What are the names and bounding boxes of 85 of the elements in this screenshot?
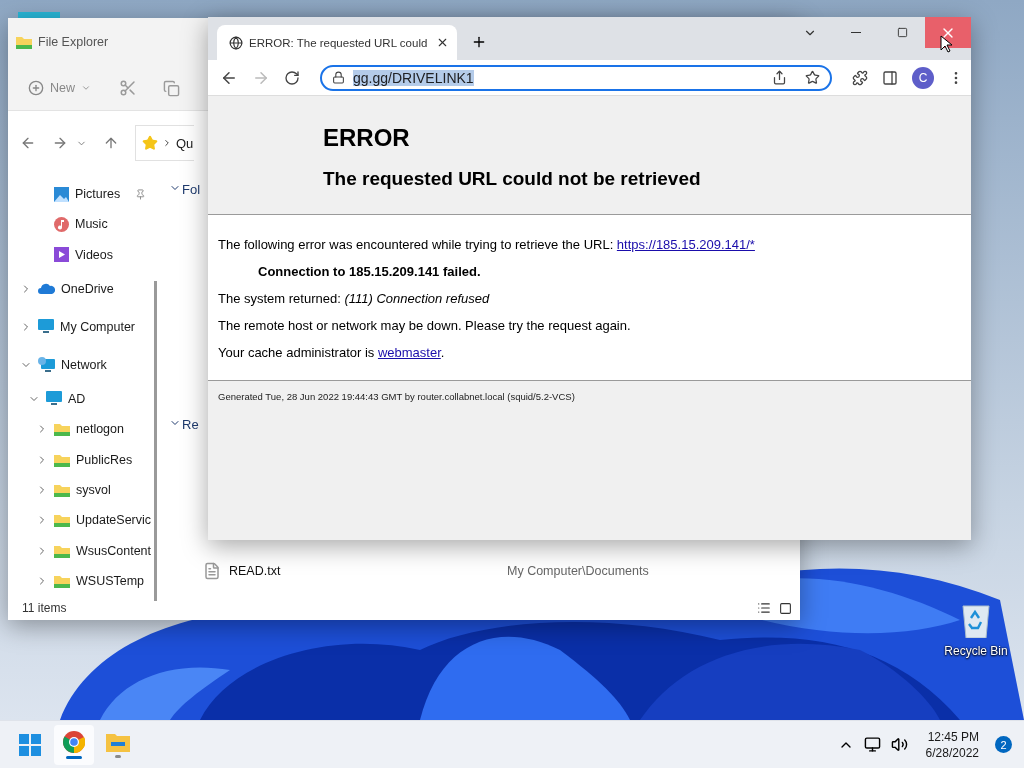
cloud-icon	[38, 283, 55, 295]
address-bar[interactable]: Qu	[135, 125, 194, 161]
desktop-icon-label[interactable]: Recycle Bin	[944, 644, 1008, 658]
windows-logo-icon	[19, 733, 41, 756]
video-icon	[54, 247, 69, 263]
pictures-icon	[54, 186, 69, 202]
breadcrumb-item[interactable]: Qu	[176, 135, 194, 151]
volume-icon[interactable]	[890, 736, 908, 753]
extensions-icon[interactable]	[852, 69, 868, 86]
scrollbar[interactable]	[154, 281, 157, 601]
bookmark-icon[interactable]	[805, 70, 820, 85]
close-tab-icon[interactable]	[436, 36, 449, 49]
folder-icon	[54, 452, 70, 467]
sidebar-item[interactable]: WsusContent	[76, 543, 152, 558]
mouse-cursor-icon	[940, 35, 952, 53]
cut-icon[interactable]	[119, 79, 137, 97]
taskbar-app[interactable]	[54, 724, 94, 765]
monitor-icon	[38, 319, 54, 335]
sidebar-item[interactable]: UpdateServic	[76, 513, 152, 528]
caret-icon	[81, 83, 91, 93]
window-title: File Explorer	[38, 35, 109, 49]
file-location: My Computer\Documents	[507, 564, 649, 578]
network-icon	[38, 357, 55, 373]
sidebar-item[interactable]: sysvol	[76, 482, 111, 497]
folder-icon	[16, 35, 32, 49]
lock-icon	[332, 71, 345, 84]
date-text: 6/28/2022	[925, 744, 979, 761]
forward-icon[interactable]	[52, 135, 68, 151]
folder-icon	[54, 573, 70, 588]
plus-circle-icon	[28, 80, 44, 96]
error-title: ERROR	[323, 124, 411, 152]
browser-logo-icon	[63, 730, 85, 753]
details-view-icon[interactable]	[757, 601, 771, 615]
sidebar-item[interactable]: Videos	[75, 247, 113, 262]
back-icon[interactable]	[20, 135, 36, 151]
copy-icon[interactable]	[163, 79, 180, 97]
sidebar-item[interactable]: AD	[68, 391, 86, 406]
address-field[interactable]: gg.gg/DRIVELINK1	[320, 64, 832, 91]
tiles-view-icon[interactable]	[779, 601, 792, 615]
globe-icon	[229, 35, 243, 50]
sidebar-item[interactable]: Network	[61, 357, 107, 372]
folder-icon	[54, 422, 70, 437]
new-tab-icon[interactable]	[471, 34, 487, 50]
folder-icon	[54, 482, 70, 497]
maximize-icon	[896, 27, 908, 38]
folder-icon	[106, 731, 130, 752]
minimize-icon	[851, 32, 861, 33]
side-panel-icon[interactable]	[882, 69, 898, 86]
error-paragraph: The remote host or network may be down. Please try the request again.	[218, 318, 632, 333]
folder-icon	[54, 543, 70, 558]
footer-text: Generated Tue, 28 Jun 2022 19:44:43 GMT by router.collabnet.local (squid/5.2-VCS)	[218, 391, 575, 402]
close-button[interactable]	[925, 17, 971, 48]
monitor-icon	[46, 391, 62, 407]
section-heading[interactable]: Re	[182, 416, 199, 432]
sidebar-item[interactable]: My Computer	[60, 319, 136, 334]
profile-avatar[interactable]: C	[912, 66, 934, 89]
section-heading[interactable]: Fol	[182, 181, 201, 197]
error-paragraph: The following error was encountered while trying to retrieve the URL: https://185.15.209.141/*	[218, 237, 756, 252]
error-paragraph: Your cache administrator is webmaster.	[218, 345, 446, 360]
link[interactable]: webmaster	[377, 345, 441, 360]
network-icon[interactable]	[863, 736, 881, 753]
up-icon[interactable]	[103, 135, 119, 151]
browser-tab[interactable]: ERROR: The requested URL could	[217, 25, 457, 60]
error-detail: Connection to 185.15.209.141 failed.	[258, 264, 482, 279]
time-text: 12:45 PM	[927, 728, 979, 745]
sidebar-item[interactable]: OneDrive	[61, 281, 114, 296]
folder-icon	[54, 513, 70, 528]
sidebar-item[interactable]: PublicRes	[76, 452, 133, 467]
chevron-icon	[162, 138, 172, 148]
sidebar-item[interactable]: Pictures	[75, 187, 121, 202]
music-icon	[54, 217, 69, 232]
notification-badge[interactable]: 2	[995, 736, 1012, 753]
share-icon[interactable]	[772, 70, 787, 85]
document-icon	[203, 562, 221, 580]
clock[interactable]: 12:45 PM 6/28/2022	[925, 728, 979, 761]
status-text: 11 items	[22, 601, 67, 615]
sidebar-item[interactable]: Music	[75, 217, 108, 232]
reload-icon[interactable]	[284, 69, 300, 86]
link[interactable]: https://185.15.209.141/*	[616, 237, 755, 252]
error-subtitle: The requested URL could not be retrieved	[323, 168, 702, 190]
file-name[interactable]: READ.txt	[229, 564, 507, 578]
sidebar-item[interactable]: WSUSTemp	[76, 573, 145, 588]
error-paragraph: The system returned: (111) Connection refused	[218, 291, 491, 306]
star-icon	[142, 135, 158, 151]
sidebar-item[interactable]: netlogon	[76, 422, 124, 437]
